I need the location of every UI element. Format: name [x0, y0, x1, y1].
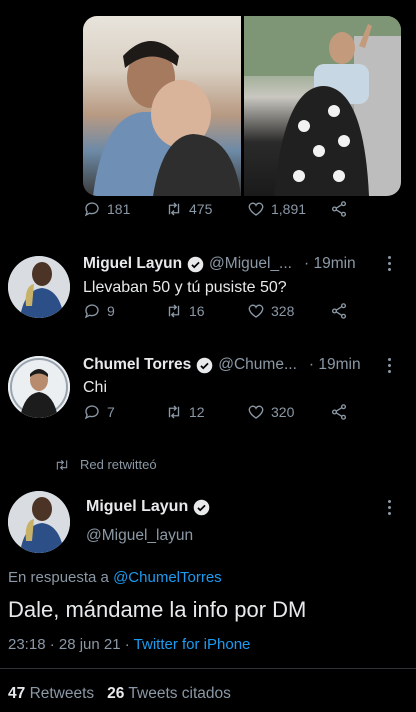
reply2-author-name[interactable]: Chumel Torres	[83, 356, 191, 374]
photo-hospital-bed	[243, 16, 401, 196]
tweet-photo-2[interactable]	[243, 16, 401, 196]
main-author-name[interactable]: Miguel Layun	[86, 498, 188, 516]
retweet-button[interactable]: 16	[165, 302, 205, 320]
main-author-row: Miguel Layun	[86, 498, 215, 516]
like-button[interactable]: 328	[247, 302, 294, 320]
retweet-icon	[56, 459, 68, 470]
reply2-handle[interactable]: @Chume...	[218, 356, 297, 374]
more-options-icon[interactable]	[388, 256, 392, 274]
reply1-author-name[interactable]: Miguel Layun	[83, 255, 182, 273]
share-button[interactable]	[330, 200, 348, 218]
heart-icon	[248, 405, 264, 419]
heart-icon	[248, 202, 264, 216]
retweet-count: 12	[189, 404, 205, 420]
reply-icon	[84, 202, 99, 217]
tweet-metadata: 23:18 · 28 jun 21 · Twitter for iPhone	[8, 636, 250, 653]
retweets-stat[interactable]: 47 Retweets	[8, 685, 94, 702]
reply2-time[interactable]: · 19min	[309, 356, 361, 374]
reply1-time[interactable]: · 19min	[304, 255, 356, 273]
like-button[interactable]: 1,891	[247, 200, 306, 218]
more-options-icon[interactable]	[388, 500, 392, 518]
avatar-image	[8, 491, 70, 553]
more-options-icon[interactable]	[388, 358, 392, 376]
main-tweet-text: Dale, mándame la info por DM	[8, 597, 307, 622]
like-count: 328	[271, 303, 295, 319]
tweet-timestamp[interactable]: 23:18 · 28 jun 21 ·	[8, 636, 130, 653]
retweet-icon	[168, 304, 180, 318]
divider	[0, 668, 416, 669]
avatar-chumel-torres[interactable]	[8, 356, 70, 418]
avatar-image	[8, 256, 70, 318]
reply2-header: Chumel Torres @Chume... · 19min	[83, 356, 361, 374]
reply-icon	[84, 405, 99, 420]
heart-icon	[248, 304, 264, 318]
reply-button[interactable]: 9	[83, 302, 115, 320]
share-button[interactable]	[330, 302, 348, 320]
tweet-media-grid[interactable]	[83, 16, 401, 196]
like-count: 320	[271, 404, 295, 420]
avatar-miguel-layun[interactable]	[8, 256, 70, 318]
reply1-header: Miguel Layun @Miguel_... · 19min	[83, 255, 356, 273]
avatar-image	[8, 356, 70, 418]
retweet-count: 475	[189, 201, 213, 217]
tweet-photo-1[interactable]	[83, 16, 241, 196]
tweet-stats: 47 Retweets 26 Tweets citados	[8, 685, 231, 703]
like-button[interactable]: 320	[247, 403, 294, 421]
retweet-button[interactable]: 12	[165, 403, 205, 421]
retweet-count: 16	[189, 303, 205, 319]
main-author-handle[interactable]: @Miguel_layun	[86, 527, 193, 545]
reply1-text: Llevaban 50 y tú pusiste 50?	[83, 279, 287, 296]
retweet-icon	[168, 405, 180, 419]
verified-badge-icon	[193, 499, 210, 515]
reply-count: 9	[107, 303, 115, 319]
like-count: 1,891	[271, 201, 307, 217]
reply-count: 7	[107, 404, 115, 420]
verified-badge-icon	[196, 357, 213, 373]
retweeted-by-line[interactable]: Red retwitteó	[54, 457, 157, 472]
share-icon	[331, 201, 347, 217]
share-icon	[331, 404, 347, 420]
photo-hospital-embrace	[93, 41, 241, 196]
tweet-source-link[interactable]: Twitter for iPhone	[134, 636, 251, 653]
reply-icon	[84, 304, 99, 319]
reply-button[interactable]: 7	[83, 403, 115, 421]
reply-count: 181	[107, 201, 131, 217]
share-button[interactable]	[330, 403, 348, 421]
retweet-icon	[168, 202, 180, 216]
reply2-text: Chi	[83, 379, 108, 396]
reply1-handle[interactable]: @Miguel_...	[209, 255, 292, 273]
verified-badge-icon	[187, 256, 204, 272]
quote-tweets-stat[interactable]: 26 Tweets citados	[107, 685, 231, 702]
in-reply-to: En respuesta a @ChumelTorres	[8, 569, 222, 586]
retweeted-by-text: Red retwitteó	[80, 457, 157, 472]
retweet-button[interactable]: 475	[165, 200, 212, 218]
share-icon	[331, 303, 347, 319]
reply-to-prefix: En respuesta a	[8, 569, 109, 586]
avatar-miguel-layun-main[interactable]	[8, 491, 70, 553]
reply-to-mention-link[interactable]: @ChumelTorres	[113, 569, 222, 586]
reply-button[interactable]: 181	[83, 200, 130, 218]
